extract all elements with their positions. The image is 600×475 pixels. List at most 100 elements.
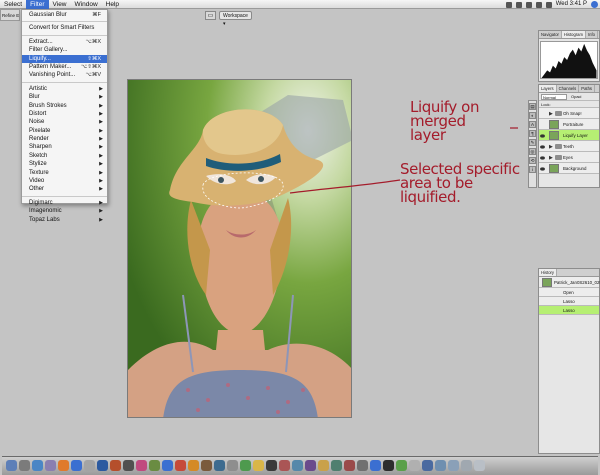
menu-item-brush-strokes[interactable]: Brush Strokes ▶ (22, 102, 107, 110)
layer-row-liquify-layer[interactable]: Liquify Layer (539, 130, 599, 141)
trash-icon[interactable] (474, 460, 485, 471)
tab-layers[interactable]: Layers (539, 85, 557, 92)
dashboard-icon[interactable] (19, 460, 30, 471)
itunes-icon[interactable] (136, 460, 147, 471)
paragraph-tool-icon[interactable]: ¶ (529, 130, 536, 137)
iphoto-icon[interactable] (149, 460, 160, 471)
mail-icon[interactable] (45, 460, 56, 471)
info-tool-icon[interactable]: i (529, 166, 536, 173)
menu-item-liquify[interactable]: Liquify... ⇧⌘X (22, 54, 107, 63)
menu-item-other[interactable]: Other ▶ (22, 185, 107, 193)
visibility-toggle-icon[interactable] (540, 111, 545, 115)
lock-label: Lock: (541, 102, 551, 107)
tab-navigator[interactable]: Navigator (539, 31, 562, 38)
menu-item-sharpen[interactable]: Sharpen ▶ (22, 143, 107, 151)
lr-app-icon[interactable] (214, 460, 225, 471)
submenu-arrow-icon: ▶ (99, 199, 103, 206)
illustrator-icon[interactable] (110, 460, 121, 471)
app-icon-j[interactable] (396, 460, 407, 471)
menu-item-distort[interactable]: Distort ▶ (22, 110, 107, 118)
layer-thumbnail (549, 131, 559, 140)
history-snapshot[interactable]: Patrick_Jan0S2610_029 (539, 277, 600, 288)
safari-icon[interactable] (32, 460, 43, 471)
app-icon-i[interactable] (383, 460, 394, 471)
layer-row-oh-snap[interactable]: ▶ Oh Snap! (539, 108, 599, 119)
eye-icon[interactable] (540, 166, 545, 171)
brush-tool-icon[interactable]: ✎ (529, 139, 536, 146)
system-prefs-icon[interactable] (227, 460, 238, 471)
preview-icon[interactable] (84, 460, 95, 471)
history-tool-icon[interactable]: ⟲ (529, 157, 536, 164)
acrobat-icon[interactable] (175, 460, 186, 471)
app-icon-b[interactable] (292, 460, 303, 471)
tab-channels[interactable]: Channels (557, 85, 580, 92)
ps-app-icon[interactable] (162, 460, 173, 471)
eye-icon[interactable] (540, 133, 545, 138)
history-item-lasso[interactable]: Lasso (539, 297, 599, 306)
bridge-icon[interactable] (123, 460, 134, 471)
text-tool-icon[interactable]: A (529, 121, 536, 128)
menu-item-sketch[interactable]: Sketch ▶ (22, 152, 107, 160)
app-icon-c[interactable] (305, 460, 316, 471)
app-icon-e[interactable] (331, 460, 342, 471)
menu-item-vanishing-point[interactable]: Vanishing Point... ⌥⌘V (22, 71, 107, 79)
menu-item-gaussian-blur[interactable]: Gaussian Blur ⌘F (22, 11, 107, 19)
app-icon-k[interactable] (409, 460, 420, 471)
eye-icon[interactable] (540, 144, 545, 149)
applications-stack-icon[interactable] (461, 460, 472, 471)
layer-row-teeth[interactable]: ▶ Teeth (539, 141, 599, 152)
br-app-icon[interactable] (201, 460, 212, 471)
expand-triangle-icon[interactable]: ▶ (549, 144, 553, 150)
finder-icon[interactable] (6, 460, 17, 471)
menu-item-topaz-labs[interactable]: Topaz Labs ▶ (22, 216, 107, 224)
layer-row-eyes[interactable]: ▶ Eyes (539, 152, 599, 163)
tab-paths[interactable]: Paths (579, 85, 595, 92)
menu-item-noise[interactable]: Noise ▶ (22, 118, 107, 126)
tab-histogram[interactable]: Histogram (561, 31, 587, 38)
expand-triangle-icon[interactable]: ▶ (549, 155, 553, 161)
terminal-icon[interactable] (266, 460, 277, 471)
eye-icon[interactable] (540, 155, 545, 160)
menu-item-pattern-maker[interactable]: Pattern Maker... ⌥⇧⌘X (22, 63, 107, 71)
menu-item-extract[interactable]: Extract... ⌥⌘X (22, 38, 107, 46)
visibility-toggle-icon[interactable] (540, 122, 545, 126)
downloads-stack-icon[interactable] (435, 460, 446, 471)
menu-item-artistic[interactable]: Artistic ▶ (22, 85, 107, 93)
app-icon-a[interactable] (279, 460, 290, 471)
layer-row-background[interactable]: Background (539, 163, 599, 174)
notes-icon[interactable] (253, 460, 264, 471)
history-item-lasso-current[interactable]: Lasso (539, 306, 599, 315)
folder-stack-icon[interactable] (422, 460, 433, 471)
tab-info[interactable]: Info (586, 31, 599, 38)
filter-menu-group-3: Artistic ▶ Blur ▶ Brush Strokes ▶ Distort ▶ … (22, 85, 107, 194)
photoshop-icon[interactable] (97, 460, 108, 471)
tab-history[interactable]: History (539, 269, 558, 276)
menu-item-filter-gallery[interactable]: Filter Gallery... (22, 46, 107, 54)
expand-triangle-icon[interactable]: ▶ (549, 111, 553, 117)
history-item-open[interactable]: Open (539, 288, 599, 297)
clone-tool-icon[interactable]: ◎ (529, 148, 536, 155)
ai-app-icon[interactable] (188, 460, 199, 471)
app-icon-f[interactable] (344, 460, 355, 471)
app-icon-h[interactable] (370, 460, 381, 471)
menu-item-blur[interactable]: Blur ▶ (22, 93, 107, 101)
firefox-icon[interactable] (58, 460, 69, 471)
menu-item-pixelate[interactable]: Pixelate ▶ (22, 127, 107, 135)
menu-item-imagenomic[interactable]: Imagenomic ▶ (22, 207, 107, 215)
layers-tool-icon[interactable]: ▤ (529, 103, 536, 110)
menu-item-render[interactable]: Render ▶ (22, 135, 107, 143)
menu-item-stylize[interactable]: Stylize ▶ (22, 160, 107, 168)
menu-item-video[interactable]: Video ▶ (22, 177, 107, 185)
menu-item-texture[interactable]: Texture ▶ (22, 169, 107, 177)
menu-item-digimarc[interactable]: Digimarc ▶ (22, 199, 107, 207)
app-icon-g[interactable] (357, 460, 368, 471)
menu-item-convert-smart-filters[interactable]: Convert for Smart Filters (22, 24, 107, 32)
layer-row-portraiture[interactable]: Portraiture (539, 119, 599, 130)
documents-stack-icon[interactable] (448, 460, 459, 471)
blend-mode-select[interactable]: Normal (541, 94, 567, 100)
messages-icon[interactable] (240, 460, 251, 471)
adjustments-tool-icon[interactable]: ◐ (529, 112, 536, 119)
app-icon-d[interactable] (318, 460, 329, 471)
ical-icon[interactable] (71, 460, 82, 471)
submenu-arrow-icon: ▶ (99, 119, 103, 126)
